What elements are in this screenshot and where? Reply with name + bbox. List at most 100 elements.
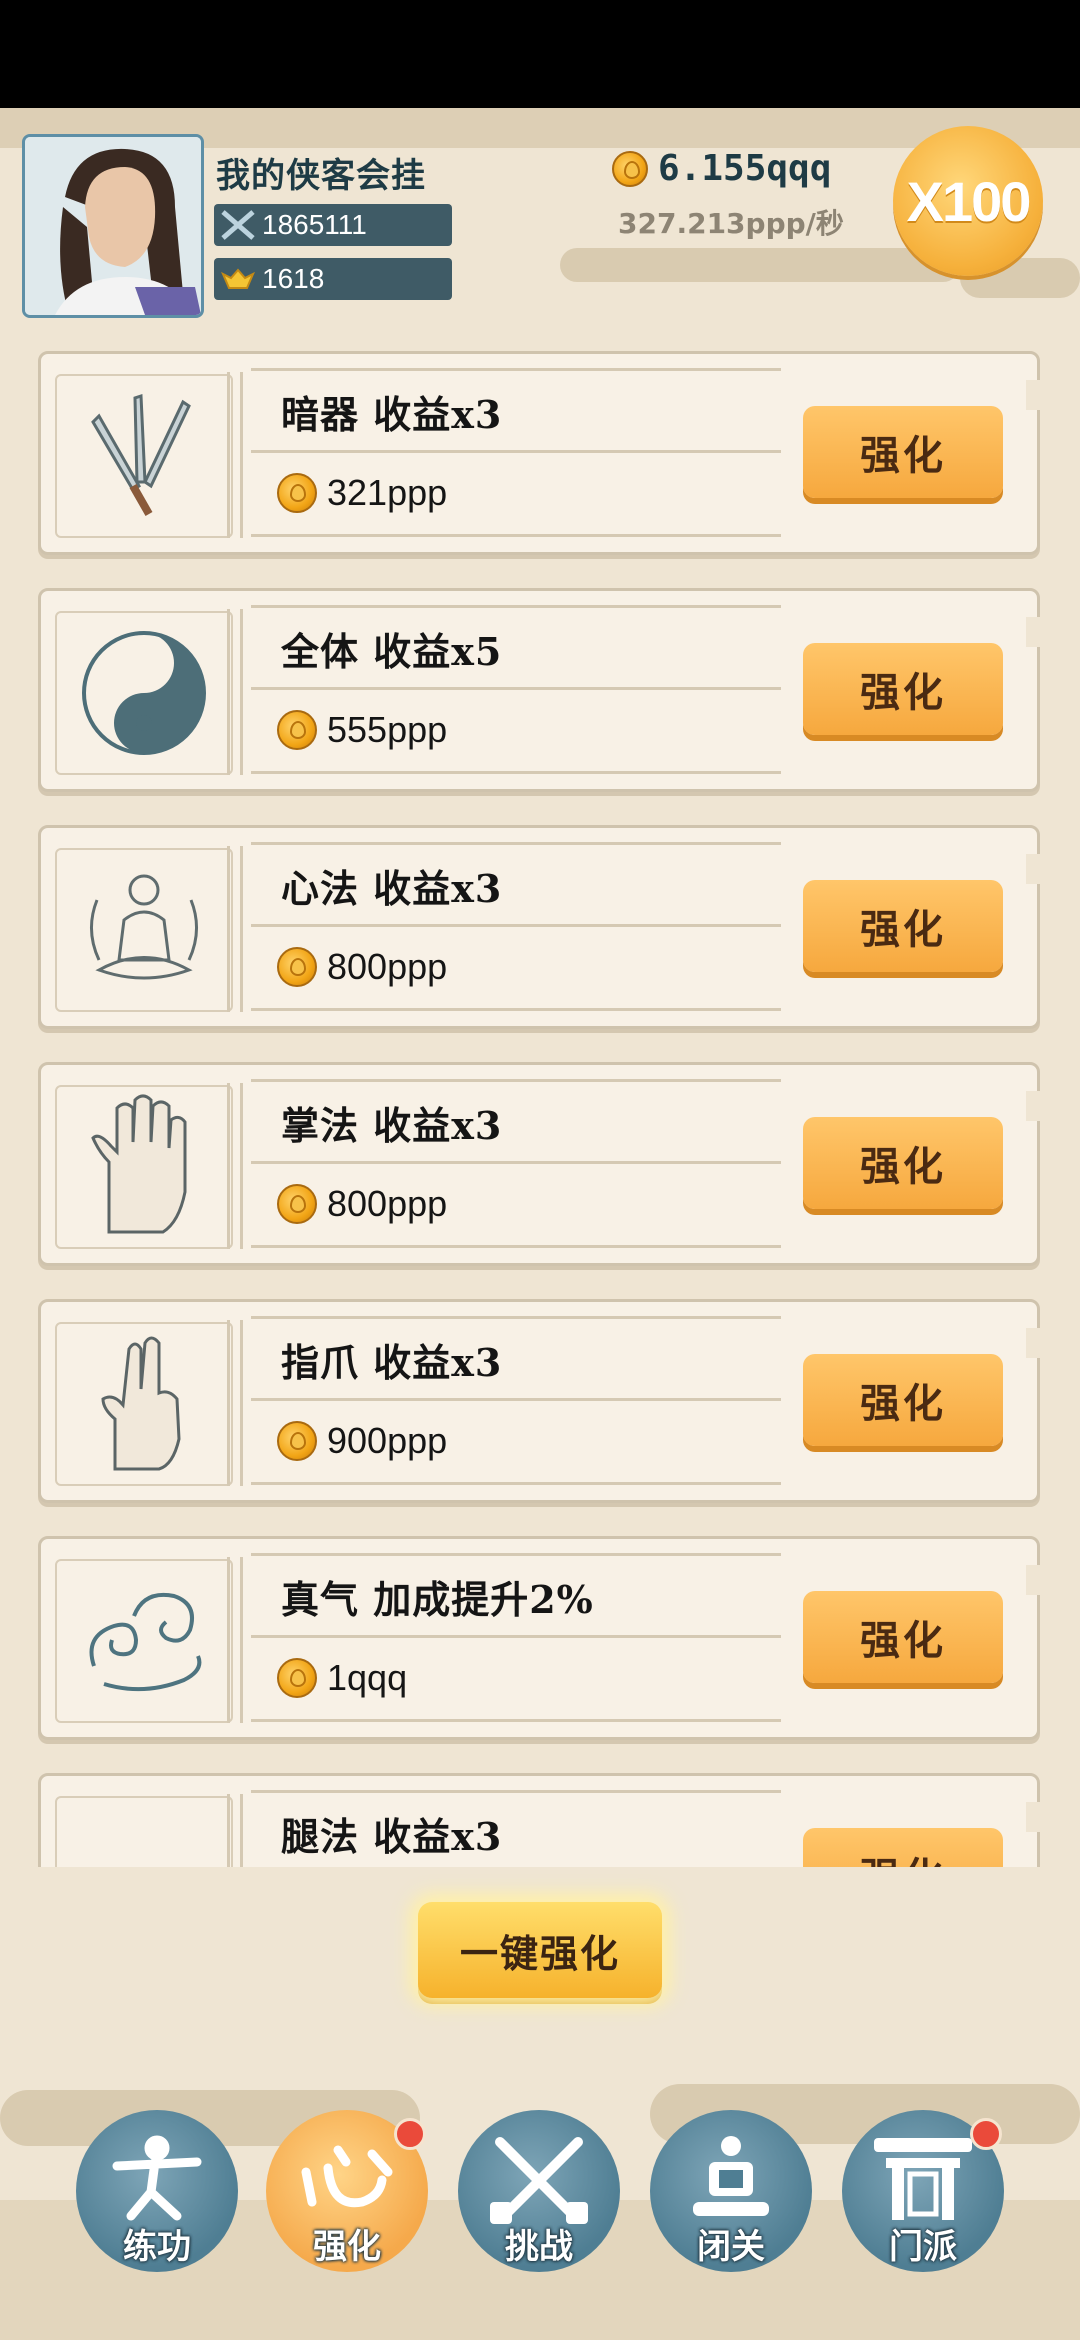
status-bar: [0, 0, 1080, 108]
card-divider: [227, 1794, 243, 1867]
gold-coin-icon: [277, 1184, 317, 1224]
card-divider: [227, 1557, 243, 1723]
upgrade-button[interactable]: 强化: [803, 1117, 1003, 1209]
gold-coin-icon: [277, 710, 317, 750]
nav-seclusion[interactable]: 闭关: [650, 2110, 812, 2272]
card-divider: [227, 846, 243, 1012]
kick-icon: [55, 1796, 233, 1867]
card-rule: [251, 1316, 781, 1319]
card-rule: [251, 1719, 781, 1722]
upgrade-title: 掌法 收益x3: [281, 1103, 503, 1148]
card-rule: [251, 534, 781, 537]
yin-yang-icon: [55, 611, 233, 775]
gold-ingot-icon: [214, 258, 262, 300]
card-rule: [251, 450, 781, 453]
gold-coin-icon: [277, 947, 317, 987]
gold-coin-icon: [277, 1658, 317, 1698]
gold-total-value: 6.155qqq: [658, 148, 832, 189]
upgrade-button[interactable]: 强化: [803, 880, 1003, 972]
nav-upgrade[interactable]: 强化: [266, 2110, 428, 2272]
one-click-upgrade-button[interactable]: 一键强化: [418, 1902, 662, 1998]
two-finger-hand-icon: [55, 1322, 233, 1486]
card-notch: [1026, 854, 1040, 884]
nav-challenge[interactable]: 挑战: [458, 2110, 620, 2272]
upgrade-card: 腿法 收益x3 强化: [38, 1773, 1040, 1867]
avatar[interactable]: [22, 134, 204, 318]
card-notch: [1026, 1328, 1040, 1358]
crossed-swords-icon: [458, 2132, 620, 2228]
gold-total: 6.155qqq: [612, 148, 831, 189]
card-rule: [251, 1398, 781, 1401]
card-divider: [227, 1320, 243, 1486]
upgrade-cost-value: 800ppp: [327, 946, 448, 987]
upgrade-cost-value: 321ppp: [327, 472, 448, 513]
training-figure-icon: [76, 2132, 238, 2228]
upgrade-title: 指爪 收益x3: [281, 1340, 503, 1385]
throwing-knives-icon: [55, 374, 233, 538]
header-cloud: [560, 248, 960, 282]
upgrade-card: 掌法 收益x3 800ppp 强化: [38, 1062, 1040, 1266]
card-notch: [1026, 617, 1040, 647]
multiplier-button[interactable]: X100: [893, 126, 1043, 276]
notification-badge: [394, 2118, 426, 2150]
card-rule: [251, 1635, 781, 1638]
upgrade-cost-value: 1qqq: [327, 1657, 408, 1698]
upgrade-button[interactable]: 强化: [803, 406, 1003, 498]
ingot-value: 1618: [262, 263, 325, 294]
upgrade-cost-value: 555ppp: [327, 709, 448, 750]
combat-power-pill: 1865111: [214, 204, 452, 246]
card-divider: [227, 609, 243, 775]
card-rule: [251, 368, 781, 371]
upgrade-list[interactable]: 暗器 收益x3 321ppp 强化 全体 收益x5 555ppp 强化 心法 收…: [0, 345, 1080, 1867]
upgrade-cost: 800ppp: [277, 1183, 447, 1225]
upgrade-title: 暗器 收益x3: [281, 392, 503, 437]
gold-rate: 327.213ppp/秒: [618, 207, 844, 240]
card-rule: [251, 1790, 781, 1793]
upgrade-card: 暗器 收益x3 321ppp 强化: [38, 351, 1040, 555]
gold-coin-icon: [277, 1421, 317, 1461]
upgrade-title: 心法 收益x3: [281, 866, 503, 911]
nav-sect[interactable]: 门派: [842, 2110, 1004, 2272]
ingot-pill: 1618: [214, 258, 452, 300]
meditation-seat-icon: [650, 2132, 812, 2228]
upgrade-cost: 321ppp: [277, 472, 447, 514]
upgrade-title: 全体 收益x5: [281, 629, 503, 674]
upgrade-cost-value: 800ppp: [327, 1183, 448, 1224]
card-divider: [227, 372, 243, 538]
upgrade-button[interactable]: 强化: [803, 643, 1003, 735]
card-rule: [251, 842, 781, 845]
swirling-cloud-icon: [55, 1559, 233, 1723]
card-notch: [1026, 1091, 1040, 1121]
card-rule: [251, 1482, 781, 1485]
gold-coin-icon: [277, 473, 317, 513]
card-rule: [251, 687, 781, 690]
meditating-monk-icon: [55, 848, 233, 1012]
player-header: 我的侠客会挂 1865111 1618 6.155qqq 327.213ppp/…: [0, 108, 1080, 338]
card-rule: [251, 1245, 781, 1248]
card-rule: [251, 1161, 781, 1164]
card-notch: [1026, 380, 1040, 410]
card-rule: [251, 1079, 781, 1082]
open-palm-icon: [55, 1085, 233, 1249]
card-notch: [1026, 1565, 1040, 1595]
upgrade-card: 心法 收益x3 800ppp 强化: [38, 825, 1040, 1029]
upgrade-button[interactable]: 强化: [803, 1591, 1003, 1683]
card-rule: [251, 924, 781, 927]
upgrade-card: 真气 加成提升2% 1qqq 强化: [38, 1536, 1040, 1740]
upgrade-button[interactable]: 强化: [803, 1354, 1003, 1446]
nav-training[interactable]: 练功: [76, 2110, 238, 2272]
upgrade-card: 全体 收益x5 555ppp 强化: [38, 588, 1040, 792]
card-notch: [1026, 1802, 1040, 1832]
combat-power-value: 1865111: [262, 209, 367, 240]
upgrade-cost-value: 900ppp: [327, 1420, 448, 1461]
card-rule: [251, 605, 781, 608]
upgrade-cost: 1qqq: [277, 1657, 407, 1699]
card-divider: [227, 1083, 243, 1249]
upgrade-button[interactable]: 强化: [803, 1828, 1003, 1867]
upgrade-title: 真气 加成提升2%: [281, 1577, 594, 1622]
notification-badge: [970, 2118, 1002, 2150]
player-name: 我的侠客会挂: [216, 156, 426, 196]
card-rule: [251, 771, 781, 774]
bottom-nav: 练功 强化 挑战 闭关 门派: [0, 2080, 1080, 2340]
upgrade-title: 腿法 收益x3: [281, 1814, 503, 1859]
